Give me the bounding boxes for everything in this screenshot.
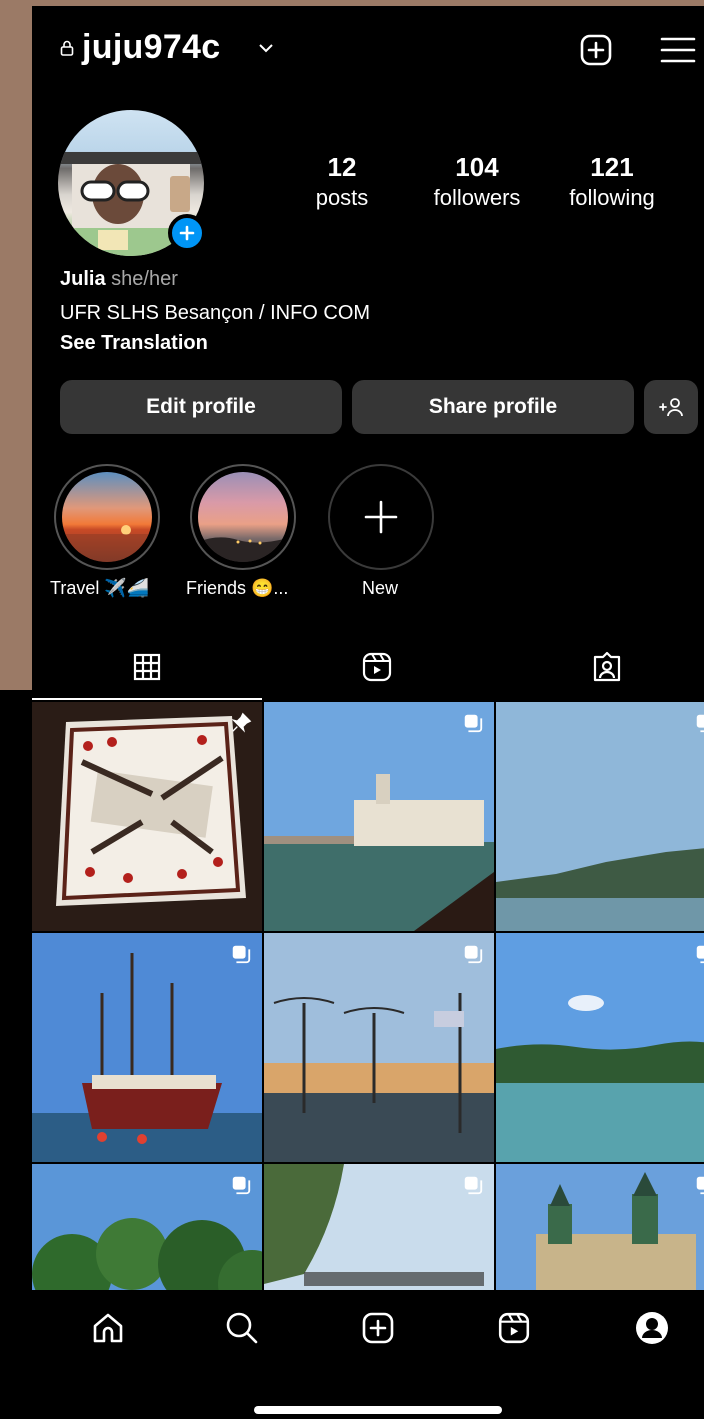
post-thumbnail[interactable] [496, 702, 704, 931]
carousel-icon [232, 945, 251, 964]
post-image-cake [32, 702, 262, 931]
tagged-icon [593, 651, 621, 682]
highlight-travel[interactable] [54, 464, 160, 570]
chevron-down-icon[interactable] [258, 42, 274, 54]
home-icon [93, 1313, 123, 1343]
tab-posts-grid[interactable] [32, 634, 262, 700]
highlight-label-new: New [362, 578, 399, 598]
grid-icon [133, 653, 161, 681]
bottom-navigation [32, 1290, 704, 1419]
posts-count: 12 [327, 152, 357, 182]
post-image-lake [496, 702, 704, 931]
post-thumbnail[interactable] [496, 933, 704, 1162]
highlight-friends[interactable] [190, 464, 296, 570]
plus-icon [179, 225, 195, 241]
add-person-icon [659, 398, 683, 417]
profile-icon [636, 1312, 668, 1344]
create-icon [362, 1312, 394, 1344]
post-thumbnail[interactable] [264, 933, 494, 1162]
posts-label: posts [315, 185, 369, 210]
background-frame-left [0, 0, 32, 690]
highlight-label-travel: Travel ✈️🚄 [50, 578, 150, 598]
post-image-venice [264, 702, 494, 931]
carousel-icon [464, 1176, 483, 1195]
followers-count: 104 [455, 152, 499, 182]
post-image-ship [32, 933, 262, 1162]
profile-pronouns: she/her [111, 268, 178, 290]
stat-followers[interactable]: 104 followers [424, 152, 530, 211]
carousel-icon [464, 714, 483, 733]
profile-header: juju974c [32, 6, 704, 94]
profile-name-line: Julia she/her [60, 268, 178, 291]
pin-icon [231, 712, 252, 733]
followers-label: followers [433, 185, 521, 210]
following-label: following [569, 185, 655, 210]
account-username[interactable]: juju974c [82, 28, 220, 67]
edit-profile-button[interactable]: Edit profile [60, 380, 342, 434]
stat-posts[interactable]: 12 posts [302, 152, 382, 211]
reels-icon [362, 652, 392, 682]
highlight-friends-image [198, 472, 288, 562]
instagram-profile-screen: juju974c 12 posts 104 followers 121 foll… [32, 6, 704, 1419]
nav-create[interactable] [358, 1308, 398, 1348]
plus-icon [364, 500, 398, 534]
add-story-button[interactable] [168, 214, 206, 252]
sunset-image [62, 525, 152, 562]
menu-icon[interactable] [660, 36, 696, 64]
reels-icon [498, 1312, 530, 1344]
carousel-icon [232, 1176, 251, 1195]
carousel-icon [696, 714, 704, 733]
nav-home[interactable] [88, 1308, 128, 1348]
tab-tagged[interactable] [492, 634, 704, 700]
new-highlight-button[interactable] [328, 464, 434, 570]
home-indicator[interactable] [254, 1406, 502, 1414]
search-icon [226, 1312, 258, 1344]
see-translation-link[interactable]: See Translation [60, 332, 208, 355]
active-tab-indicator [32, 698, 262, 700]
post-thumbnail[interactable] [32, 933, 262, 1162]
lock-icon [60, 40, 74, 56]
post-image-water [496, 933, 704, 1162]
post-thumbnail[interactable] [32, 702, 262, 931]
post-image-promenade [264, 933, 494, 1162]
profile-name: Julia [60, 268, 106, 290]
carousel-icon [696, 945, 704, 964]
discover-people-button[interactable] [644, 380, 698, 434]
profile-tabs [32, 634, 704, 700]
following-count: 121 [590, 152, 634, 182]
tab-reels[interactable] [262, 634, 492, 700]
carousel-icon [464, 945, 483, 964]
share-profile-button[interactable]: Share profile [352, 380, 634, 434]
highlight-label-friends: Friends 😁... [186, 578, 289, 598]
stat-following[interactable]: 121 following [558, 152, 666, 211]
carousel-icon [696, 1176, 704, 1195]
nav-search[interactable] [222, 1308, 262, 1348]
profile-bio: UFR SLHS Besançon / INFO COM [60, 302, 371, 324]
nav-reels[interactable] [494, 1308, 534, 1348]
dusk-image [198, 537, 288, 562]
post-thumbnail[interactable] [264, 702, 494, 931]
create-post-icon[interactable] [580, 34, 612, 66]
nav-profile[interactable] [632, 1308, 672, 1348]
highlight-travel-image [62, 472, 152, 562]
